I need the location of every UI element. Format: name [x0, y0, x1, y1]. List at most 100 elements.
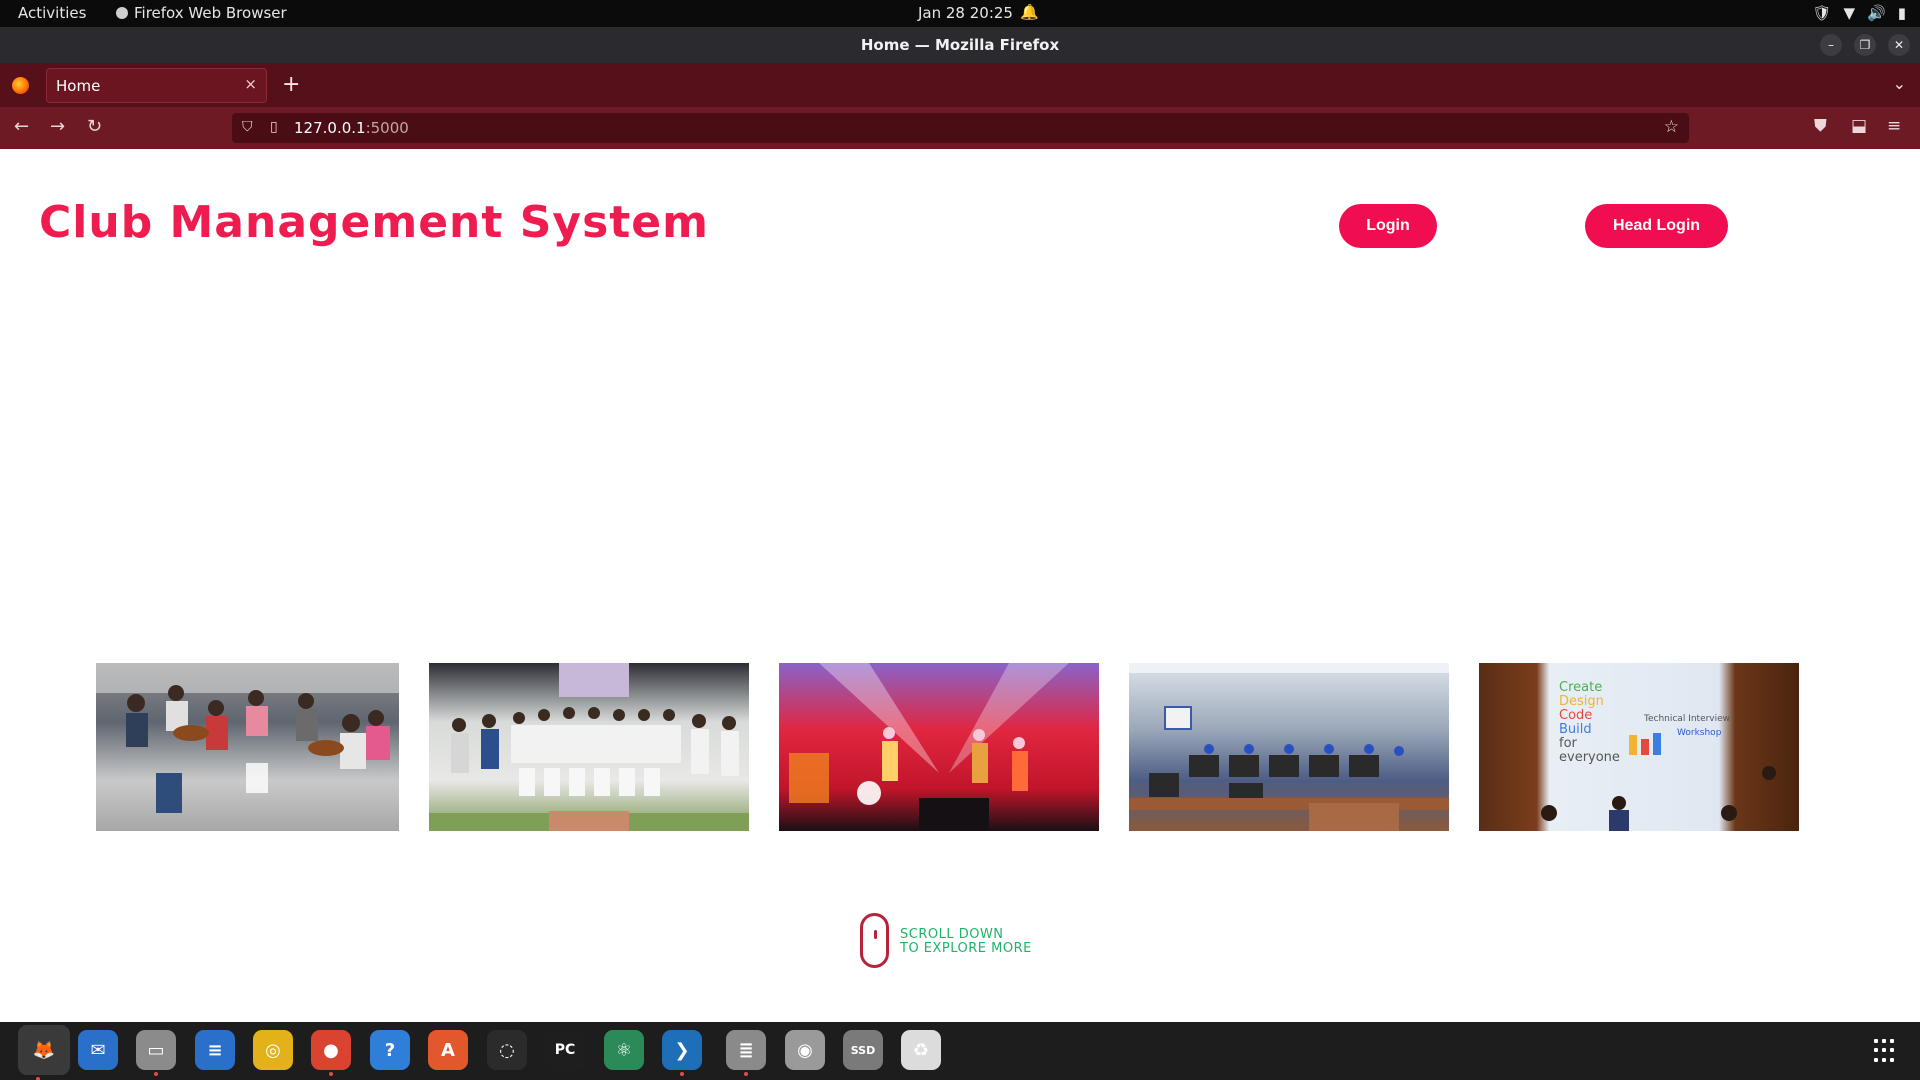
show-applications-icon[interactable] [1874, 1039, 1898, 1063]
disk-icon-glyph: ◉ [797, 1039, 813, 1061]
firefox-icon-glyph: 🦊 [32, 1039, 56, 1061]
battery-icon[interactable]: ▮ [1898, 4, 1906, 22]
ssd-icon[interactable]: SSD [843, 1030, 883, 1070]
clock[interactable]: Jan 28 20:25 [918, 4, 1013, 22]
close-tab-icon[interactable]: × [244, 75, 257, 93]
app-name-label: Firefox Web Browser [134, 4, 287, 22]
vscode-icon-glyph: ❯ [674, 1039, 690, 1061]
navigation-bar: ← → ↻ ⛉ ▯ 127.0.0.1:5000 ☆ ⛊ ⬓ ≡ [0, 107, 1920, 149]
running-indicator [154, 1072, 158, 1076]
site-title: Club Management System [39, 197, 709, 248]
workshop-slide-illustration: Create Design Code Build for everyone Te… [1541, 680, 1776, 831]
notification-bell-icon[interactable]: 🔔 [1020, 3, 1039, 21]
disk-icon[interactable]: ◉ [785, 1030, 825, 1070]
page-content: Club Management System Login Head Login [0, 149, 1920, 1022]
head-login-button[interactable]: Head Login [1585, 204, 1728, 248]
writer-icon[interactable]: ≡ [195, 1030, 235, 1070]
firefox-logo-icon [12, 77, 29, 94]
atom-icon-glyph: ⚛ [615, 1039, 633, 1061]
tab-label: Home [56, 77, 101, 95]
url-port: :5000 [365, 119, 409, 137]
cricket-team-illustration [429, 663, 749, 831]
page-info-icon[interactable]: ▯ [270, 119, 278, 135]
chrome-icon[interactable]: ● [311, 1030, 351, 1076]
back-arrow-icon[interactable]: ← [14, 116, 29, 137]
scroll-hint-line1: SCROLL DOWN [900, 927, 1004, 942]
ssd-icon-glyph: SSD [850, 1043, 876, 1057]
mail-icon-glyph: ✉ [90, 1039, 106, 1061]
slide-line-build: Build [1559, 722, 1592, 737]
files-icon-glyph: ▭ [147, 1039, 165, 1061]
vscode-icon[interactable]: ❯ [662, 1030, 702, 1076]
running-indicator [680, 1072, 684, 1076]
tracking-shield-icon[interactable]: ⛉ [242, 119, 253, 135]
trash-icon[interactable]: ♻ [901, 1030, 941, 1070]
wifi-icon[interactable]: ▼ [1844, 4, 1856, 22]
music-group-illustration [96, 663, 399, 813]
address-bar[interactable]: ⛉ ▯ 127.0.0.1:5000 ☆ [232, 113, 1689, 143]
database-icon[interactable]: ≣ [726, 1030, 766, 1076]
reload-icon[interactable]: ↻ [87, 116, 102, 137]
new-tab-button[interactable]: + [282, 72, 300, 97]
forward-arrow-icon[interactable]: → [50, 116, 65, 137]
scroll-down-hint[interactable]: SCROLL DOWN TO EXPLORE MORE [860, 913, 1060, 973]
list-all-tabs-chevron-icon[interactable]: ⌄ [1893, 74, 1906, 93]
jupyter-icon[interactable]: ◌ [487, 1030, 527, 1070]
login-button[interactable]: Login [1339, 204, 1437, 248]
database-icon-glyph: ≣ [738, 1039, 754, 1061]
system-top-bar: Activities Firefox Web Browser Jan 28 20… [0, 0, 1920, 27]
files-icon[interactable]: ▭ [136, 1030, 176, 1076]
minimize-button[interactable]: – [1820, 34, 1842, 56]
window-titlebar: Home — Mozilla Firefox – ❐ ✕ [0, 27, 1920, 63]
dance-stage-illustration [789, 663, 1069, 831]
running-indicator [744, 1072, 748, 1076]
software-icon[interactable]: A [428, 1030, 468, 1070]
mail-icon[interactable]: ✉ [78, 1030, 118, 1070]
club-photo-dance [779, 663, 1099, 831]
url-text[interactable]: 127.0.0.1:5000 [294, 119, 409, 137]
scroll-hint-line2: TO EXPLORE MORE [900, 941, 1032, 956]
maximize-button[interactable]: ❐ [1854, 34, 1876, 56]
writer-icon-glyph: ≡ [207, 1039, 223, 1061]
jupyter-icon-glyph: ◌ [499, 1039, 515, 1061]
window-title: Home — Mozilla Firefox [860, 36, 1060, 54]
extensions-icon[interactable]: ⬓ [1851, 116, 1867, 136]
club-photo-workshop: Create Design Code Build for everyone Te… [1479, 663, 1799, 831]
firefox-icon[interactable]: 🦊 [18, 1025, 70, 1080]
firefox-small-icon [116, 7, 128, 19]
scroll-hint-text: SCROLL DOWN TO EXPLORE MORE [900, 928, 1032, 956]
close-window-button[interactable]: ✕ [1888, 34, 1910, 56]
slide-side-title: Technical Interview [1643, 714, 1730, 724]
pycharm-icon[interactable]: PC [545, 1030, 585, 1070]
app-menu[interactable]: Firefox Web Browser [116, 4, 287, 22]
club-photo-cricket [429, 663, 749, 831]
volume-icon[interactable]: 🔊 [1867, 4, 1886, 22]
mouse-scroll-icon [860, 913, 889, 968]
help-icon[interactable]: ? [370, 1030, 410, 1070]
chrome-icon-glyph: ● [323, 1039, 339, 1061]
system-tray[interactable]: 🛡 ▼ 🔊 ▮ [1812, 4, 1906, 22]
url-host: 127.0.0.1 [294, 119, 366, 137]
slide-line-for: for [1559, 736, 1578, 751]
running-indicator [329, 1072, 333, 1076]
hamburger-menu-icon[interactable]: ≡ [1887, 116, 1901, 136]
club-photo-music [96, 663, 399, 831]
atom-icon[interactable]: ⚛ [604, 1030, 644, 1070]
software-icon-glyph: A [441, 1039, 455, 1061]
bookmark-star-icon[interactable]: ☆ [1664, 117, 1679, 137]
tab-strip: Home × + ⌄ [0, 63, 1920, 107]
slide-line-design: Design [1559, 694, 1604, 709]
pocket-icon[interactable]: ⛊ [1814, 116, 1827, 136]
slide-line-everyone: everyone [1559, 750, 1620, 765]
rhythmbox-icon[interactable]: ◎ [253, 1030, 293, 1070]
slide-side-subtitle: Workshop [1677, 728, 1722, 738]
activities-button[interactable]: Activities [18, 4, 86, 22]
slide-line-code: Code [1559, 708, 1592, 723]
slide-line-create: Create [1559, 680, 1602, 695]
tab-home[interactable]: Home × [46, 68, 267, 103]
dock: 🦊 ✉ ▭ ≡ ◎ ●? A ◌ PC ⚛ ❯ ≣ ◉ SSD ♻ [0, 1022, 1920, 1080]
security-shield-icon[interactable]: 🛡 [1812, 4, 1831, 22]
classroom-illustration [1129, 663, 1449, 831]
trash-icon-glyph: ♻ [912, 1039, 930, 1061]
rhythmbox-icon-glyph: ◎ [265, 1039, 281, 1061]
